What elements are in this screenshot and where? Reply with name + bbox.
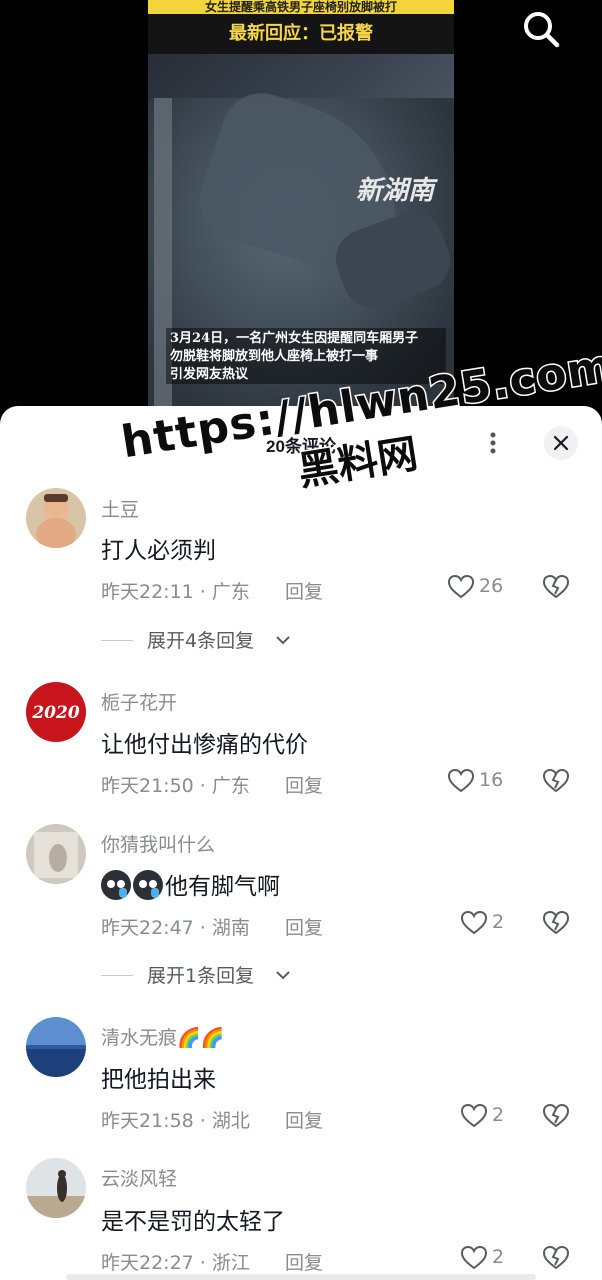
video-player[interactable]: 女生提醒乘高铁男子座椅别放脚被打 最新回应：已报警 新湖南 3月24日，一名广州…: [0, 0, 602, 420]
dislike-button[interactable]: [542, 1102, 572, 1132]
comment-count-title: 20条评论: [266, 437, 336, 456]
comment-text: 他有脚气啊: [101, 867, 280, 901]
sheet-header: 20条评论: [0, 432, 602, 460]
video-title-bar: 女生提醒乘高铁男子座椅别放脚被打: [148, 0, 454, 14]
comment-text: 让他付出惨痛的代价: [101, 732, 308, 758]
expand-label: 展开4条回复: [147, 630, 255, 652]
more-button[interactable]: [478, 426, 508, 460]
divider: [101, 640, 133, 641]
comment-meta: 昨天22:11 · 广东: [101, 581, 250, 603]
heart-icon: [447, 574, 475, 599]
like-count: 2: [492, 1104, 505, 1126]
comment-username[interactable]: 栀子花开: [101, 688, 177, 715]
video-caption: 3月24日，一名广州女生因提醒同车厢男子 勿脱鞋将脚放到他人座椅上被打一事 引发…: [166, 328, 446, 384]
caption-line: 勿脱鞋将脚放到他人座椅上被打一事: [170, 349, 379, 364]
expand-label: 展开1条回复: [147, 965, 255, 987]
like-button[interactable]: 16: [447, 767, 527, 797]
dislike-button[interactable]: [542, 767, 572, 797]
expand-replies[interactable]: 展开1条回复: [101, 961, 301, 991]
divider: [101, 975, 133, 976]
dislike-button[interactable]: [542, 909, 572, 939]
comment-sheet: 20条评论 土豆 打人必须判 昨天22:11 · 广东 回复 26 展开4条回复…: [0, 406, 602, 1280]
comment-meta: 昨天21:58 · 湖北: [101, 1110, 250, 1132]
comment-text: 是不是罚的太轻了: [101, 1209, 285, 1235]
like-count: 16: [479, 769, 504, 791]
like-count: 26: [479, 575, 504, 597]
comment-username[interactable]: 清水无痕🌈🌈: [101, 1023, 224, 1050]
comment-text: 打人必须判: [101, 538, 216, 564]
avatar-text: 2020: [31, 703, 79, 723]
dislike-button[interactable]: [542, 573, 572, 603]
reply-button[interactable]: 回复: [285, 577, 323, 604]
close-icon: [553, 435, 569, 451]
reply-button[interactable]: 回复: [285, 1248, 323, 1275]
reply-button[interactable]: 回复: [285, 771, 323, 798]
dislike-button[interactable]: [542, 1244, 572, 1274]
like-button[interactable]: 2: [460, 909, 530, 939]
heart-icon: [447, 768, 475, 793]
comment-meta: 昨天21:50 · 广东: [101, 775, 250, 797]
avatar[interactable]: 2020: [26, 682, 86, 742]
comment-text: 把他拍出来: [101, 1067, 216, 1093]
news-logo: 新湖南: [356, 176, 435, 206]
heart-icon: [460, 1103, 488, 1128]
reply-button[interactable]: 回复: [285, 1106, 323, 1133]
heart-icon: [460, 910, 488, 935]
broken-heart-icon: [542, 768, 570, 793]
comment-username[interactable]: 云淡风轻: [101, 1164, 177, 1191]
broken-heart-icon: [542, 1245, 570, 1270]
avatar[interactable]: [26, 488, 86, 548]
reply-button[interactable]: 回复: [285, 913, 323, 940]
chevron-down-icon: [276, 636, 290, 645]
avatar[interactable]: [26, 1017, 86, 1077]
comment-username[interactable]: 你猜我叫什么: [101, 830, 215, 857]
like-button[interactable]: 2: [460, 1244, 530, 1274]
like-count: 2: [492, 1246, 505, 1268]
broken-heart-icon: [542, 910, 570, 935]
comment-meta: 昨天22:27 · 浙江: [101, 1252, 250, 1274]
caption-line: 3月24日，一名广州女生因提醒同车厢男子: [170, 331, 419, 346]
search-button[interactable]: [520, 8, 564, 52]
like-button[interactable]: 26: [447, 573, 527, 603]
expand-replies[interactable]: 展开4条回复: [101, 626, 301, 656]
video-frame: 女生提醒乘高铁男子座椅别放脚被打 最新回应：已报警 新湖南 3月24日，一名广州…: [148, 0, 454, 406]
more-icon: [490, 432, 496, 454]
heart-icon: [460, 1245, 488, 1270]
video-subtitle: 最新回应：已报警: [148, 14, 454, 54]
avatar[interactable]: [26, 824, 86, 884]
broken-heart-icon: [542, 574, 570, 599]
search-icon: [524, 12, 560, 48]
scroll-hint: [66, 1274, 536, 1280]
close-button[interactable]: [544, 426, 578, 460]
caption-line: 引发网友热议: [170, 367, 249, 382]
like-count: 2: [492, 911, 505, 933]
comment-username[interactable]: 土豆: [101, 495, 139, 522]
broken-heart-icon: [542, 1103, 570, 1128]
crying-emoji-icon: [101, 870, 131, 900]
comment-text-content: 他有脚气啊: [165, 874, 280, 900]
chevron-down-icon: [276, 971, 290, 980]
like-button[interactable]: 2: [460, 1102, 530, 1132]
avatar[interactable]: [26, 1158, 86, 1218]
crying-emoji-icon: [133, 870, 163, 900]
comment-meta: 昨天22:47 · 湖南: [101, 917, 250, 939]
